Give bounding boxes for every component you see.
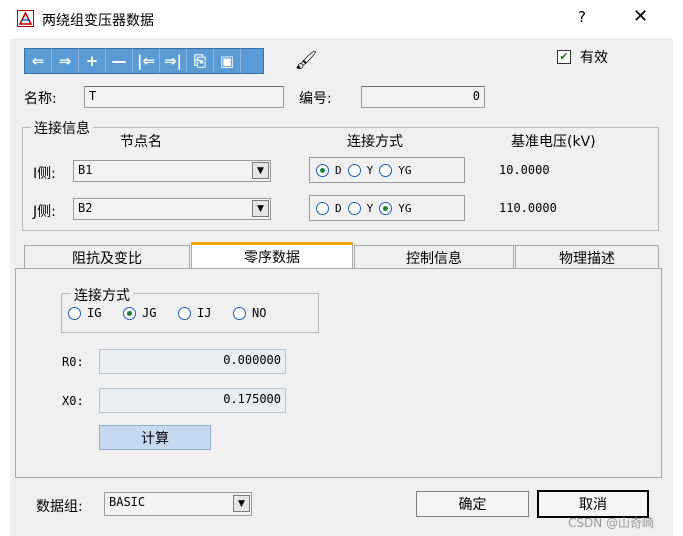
radio-j-yg[interactable] — [379, 201, 393, 215]
radio-label-jg: JG — [142, 306, 157, 320]
number-input[interactable]: 0 — [361, 86, 485, 108]
first-icon[interactable]: |⇐ — [133, 49, 160, 73]
chevron-down-icon[interactable]: ▼ — [252, 162, 269, 179]
j-side-voltage: 110.0000 — [499, 201, 557, 215]
radio-label-y: Y — [366, 201, 374, 215]
i-side-node-select[interactable]: B1 — [73, 160, 271, 182]
paste-icon[interactable]: ▣ — [214, 49, 241, 73]
help-button[interactable]: ? — [578, 8, 586, 26]
radio-ig[interactable] — [68, 306, 81, 320]
app-icon — [17, 10, 34, 27]
method-column-header: 连接方式 — [347, 134, 403, 150]
node-column-header: 节点名 — [120, 134, 162, 150]
watermark: CSDN @山奇崎 — [568, 516, 655, 530]
i-side-label: I侧: — [33, 166, 56, 182]
window-title: 两绕组变压器数据 — [42, 13, 154, 29]
radio-ij[interactable] — [178, 306, 191, 320]
data-group-label: 数据组: — [36, 499, 83, 515]
radio-label-y: Y — [366, 163, 374, 177]
radio-label-ij: IJ — [197, 306, 212, 320]
last-icon[interactable]: ⇒| — [160, 49, 187, 73]
name-input[interactable]: T — [84, 86, 284, 108]
radio-label-yg: YG — [398, 201, 412, 215]
radio-i-yg[interactable] — [379, 163, 393, 177]
tab-impedance[interactable]: 阻抗及变比 — [24, 245, 190, 269]
voltage-column-header: 基准电压(kV) — [511, 134, 596, 150]
delete-icon[interactable]: — — [106, 49, 133, 73]
ok-button[interactable]: 确定 — [416, 491, 529, 517]
next-icon[interactable]: ⇒ — [52, 49, 79, 73]
name-label: 名称: — [24, 91, 57, 107]
i-side-voltage: 10.0000 — [499, 163, 550, 177]
i-side-connection-radios: D Y YG — [309, 157, 465, 183]
chevron-down-icon[interactable]: ▼ — [252, 200, 269, 217]
j-side-label: J侧: — [33, 204, 56, 220]
j-side-connection-radios: D Y YG — [309, 195, 465, 221]
radio-no[interactable] — [233, 306, 246, 320]
radio-j-d[interactable] — [316, 201, 329, 215]
close-button[interactable]: ✕ — [633, 6, 648, 27]
tab-control[interactable]: 控制信息 — [354, 245, 514, 269]
calculate-button[interactable]: 计算 — [99, 425, 211, 450]
radio-label-yg: YG — [398, 163, 412, 177]
copy-icon[interactable]: ⎘ — [187, 49, 214, 73]
x0-input[interactable]: 0.175000 — [99, 388, 286, 413]
valid-label: 有效 — [580, 50, 608, 66]
connection-group-title: 连接信息 — [31, 118, 93, 138]
tab-physical[interactable]: 物理描述 — [515, 245, 659, 269]
add-icon[interactable]: + — [79, 49, 106, 73]
chevron-down-icon[interactable]: ▼ — [233, 495, 250, 512]
radio-label-ig: IG — [87, 306, 102, 320]
radio-label-no: NO — [252, 306, 267, 320]
radio-jg[interactable] — [123, 306, 136, 320]
prev-icon[interactable]: ⇐ — [25, 49, 52, 73]
radio-i-d[interactable] — [316, 163, 329, 177]
tab-zero-sequence[interactable]: 零序数据 — [191, 242, 353, 269]
radio-label-d: D — [335, 163, 342, 177]
number-label: 编号: — [299, 91, 332, 107]
zero-seq-connection-title: 连接方式 — [71, 285, 133, 305]
radio-i-y[interactable] — [347, 163, 361, 177]
valid-checkbox[interactable]: ✔ — [557, 50, 571, 64]
radio-j-y[interactable] — [347, 201, 361, 215]
r0-input[interactable]: 0.000000 — [99, 349, 286, 374]
x0-label: X0: — [62, 394, 84, 408]
zero-seq-radios: IG JG IJ NO — [68, 306, 266, 320]
brush-icon[interactable]: 🖌 — [292, 46, 320, 74]
r0-label: R0: — [62, 355, 84, 369]
j-side-node-select[interactable]: B2 — [73, 198, 271, 220]
record-toolbar: ⇐ ⇒ + — |⇐ ⇒| ⎘ ▣ — [24, 48, 264, 74]
radio-label-d: D — [335, 201, 342, 215]
data-group-select[interactable]: BASIC — [104, 492, 252, 516]
